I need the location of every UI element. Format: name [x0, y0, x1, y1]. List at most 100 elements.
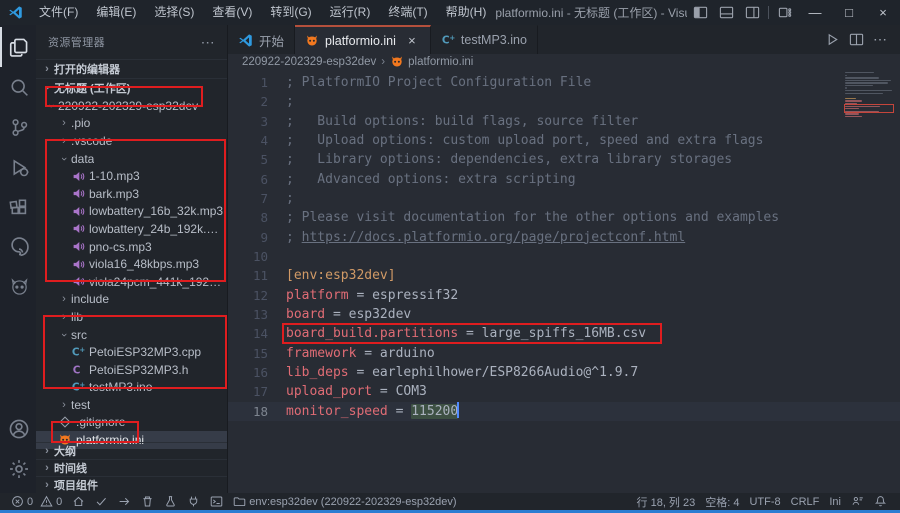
tree-file-pno-cs.mp3[interactable]: pno-cs.mp3	[36, 238, 227, 256]
code-line-14[interactable]: 14board_build.partitions = large_spiffs_…	[228, 324, 900, 343]
code-line-1[interactable]: 1; PlatformIO Project Configuration File	[228, 73, 900, 92]
tree-file-1-10.mp3[interactable]: 1-10.mp3	[36, 167, 227, 185]
tree-folder-.vscode[interactable]: ›.vscode	[36, 132, 227, 150]
tree-file-.gitignore[interactable]: .gitignore	[36, 414, 227, 432]
platformio-icon[interactable]	[0, 267, 36, 307]
customize-layout-icon[interactable]	[772, 0, 798, 25]
code-line-4[interactable]: 4; Upload options: custom upload port, s…	[228, 131, 900, 150]
menu-编辑[interactable]: 编辑(E)	[87, 0, 145, 25]
encoding[interactable]: UTF-8	[744, 493, 785, 510]
code-line-8[interactable]: 8; Please visit documentation for the ot…	[228, 208, 900, 227]
code-line-11[interactable]: 11[env:esp32dev]	[228, 266, 900, 285]
code-line-13[interactable]: 13board = esp32dev	[228, 305, 900, 324]
problems-status[interactable]: 0 0	[6, 493, 67, 510]
sidebar-section-时间线[interactable]: ›时间线	[36, 459, 227, 476]
close-tab-icon[interactable]: ×	[404, 33, 420, 48]
menu-终端[interactable]: 终端(T)	[379, 0, 436, 25]
sidebar-section-大纲[interactable]: ›大纲	[36, 442, 227, 459]
toggle-panel-icon[interactable]	[713, 0, 739, 25]
menu-文件[interactable]: 文件(F)	[30, 0, 87, 25]
source-control-icon[interactable]	[0, 107, 36, 147]
notifications-bell[interactable]	[869, 493, 892, 510]
tree-item-label: PetoiESP32MP3.h	[89, 363, 188, 377]
code-line-3[interactable]: 3; Build options: build flags, source fi…	[228, 112, 900, 131]
line-number: 17	[228, 382, 286, 401]
tree-file-viola24pcm_441k_192kbps.mp3[interactable]: viola24pcm_441k_192kbps.mp3	[36, 273, 227, 291]
code-line-18[interactable]: 18monitor_speed = 115200	[228, 402, 900, 421]
split-editor-icon[interactable]	[844, 29, 868, 51]
tab-开始[interactable]: 开始	[228, 25, 295, 54]
tree-file-PetoiESP32MP3.cpp[interactable]: C+PetoiESP32MP3.cpp	[36, 343, 227, 361]
line-content: monitor_speed = 115200	[286, 402, 459, 421]
pio-terminal-button[interactable]	[205, 493, 228, 510]
line-content: ; Please visit documentation for the oth…	[286, 208, 779, 227]
tree-file-lowbattery_16b_32k.mp3[interactable]: lowbattery_16b_32k.mp3	[36, 203, 227, 221]
cursor-position[interactable]: 行 18, 列 23	[632, 493, 701, 510]
code-line-10[interactable]: 10	[228, 247, 900, 266]
tree-file-viola16_48kbps.mp3[interactable]: viola16_48kbps.mp3	[36, 255, 227, 273]
menu-帮助[interactable]: 帮助(H)	[437, 0, 496, 25]
tree-folder-.pio[interactable]: ›.pio	[36, 115, 227, 133]
open-editors-section[interactable]: › 打开的编辑器	[36, 59, 227, 78]
toggle-sidebar-icon[interactable]	[687, 0, 713, 25]
code-line-17[interactable]: 17upload_port = COM3	[228, 382, 900, 401]
editor-more-actions-icon[interactable]: ⋯	[868, 29, 892, 51]
language-mode[interactable]: Ini	[824, 493, 846, 510]
tree-file-PetoiESP32MP3.h[interactable]: CPetoiESP32MP3.h	[36, 361, 227, 379]
code-line-5[interactable]: 5; Library options: dependencies, extra …	[228, 150, 900, 169]
tree-folder-data[interactable]: ›data	[36, 150, 227, 168]
tree-folder-test[interactable]: ›test	[36, 396, 227, 414]
minimize-button[interactable]: —	[798, 0, 832, 25]
code-line-12[interactable]: 12platform = espressif32	[228, 286, 900, 305]
tree-folder-include[interactable]: ›include	[36, 291, 227, 309]
pio-home-button[interactable]	[67, 493, 90, 510]
menu-运行[interactable]: 运行(R)	[321, 0, 380, 25]
sidebar-section-项目组件[interactable]: ›项目组件	[36, 476, 227, 493]
menu-查看[interactable]: 查看(V)	[203, 0, 261, 25]
extensions-icon[interactable]	[0, 187, 36, 227]
tree-file-lowbattery_24b_192k.mp3[interactable]: lowbattery_24b_192k.mp3	[36, 220, 227, 238]
tree-folder-lib[interactable]: ›lib	[36, 308, 227, 326]
pio-clean-button[interactable]	[136, 493, 159, 510]
pio-serial-monitor-button[interactable]	[182, 493, 205, 510]
close-button[interactable]: ×	[866, 0, 900, 25]
code-line-9[interactable]: 9; https://docs.platformio.org/page/proj…	[228, 228, 900, 247]
code-line-6[interactable]: 6; Advanced options: extra scripting	[228, 170, 900, 189]
tree-folder-src[interactable]: ›src	[36, 326, 227, 344]
code-line-2[interactable]: 2;	[228, 92, 900, 111]
minimap[interactable]	[845, 72, 897, 128]
tab-testMP3.ino[interactable]: C+testMP3.ino	[431, 25, 538, 54]
pio-env-selector[interactable]: env:esp32dev (220922-202329-esp32dev)	[228, 493, 461, 510]
menu-转到[interactable]: 转到(G)	[261, 0, 320, 25]
breadcrumb-folder[interactable]: 220922-202329-esp32dev	[242, 56, 376, 68]
tree-folder-220922-202329-esp32dev[interactable]: ›220922-202329-esp32dev	[36, 97, 227, 115]
run-debug-icon[interactable]	[0, 147, 36, 187]
maximize-button[interactable]: □	[832, 0, 866, 25]
pio-upload-button[interactable]	[113, 493, 136, 510]
workspace-section[interactable]: › 无标题 (工作区)	[36, 78, 227, 97]
tree-file-bark.mp3[interactable]: bark.mp3	[36, 185, 227, 203]
run-file-icon[interactable]	[820, 29, 844, 51]
breadcrumb-file[interactable]: platformio.ini	[408, 56, 473, 68]
explorer-icon[interactable]	[0, 27, 36, 67]
pio-test-button[interactable]	[159, 493, 182, 510]
menu-选择[interactable]: 选择(S)	[145, 0, 203, 25]
explorer-more-icon[interactable]: ⋯	[201, 34, 215, 51]
settings-icon[interactable]	[0, 449, 36, 489]
code-editor[interactable]: 1; PlatformIO Project Configuration File…	[228, 70, 900, 493]
tab-platformio.ini[interactable]: platformio.ini×	[295, 25, 431, 54]
code-line-15[interactable]: 15framework = arduino	[228, 344, 900, 363]
line-content: lib_deps = earlephilhower/ESP8266Audio@^…	[286, 363, 638, 382]
toggle-secondary-sidebar-icon[interactable]	[739, 0, 765, 25]
code-line-16[interactable]: 16lib_deps = earlephilhower/ESP8266Audio…	[228, 363, 900, 382]
tab-label: testMP3.ino	[461, 33, 527, 47]
feedback-button[interactable]	[846, 493, 869, 510]
account-icon[interactable]	[0, 409, 36, 449]
tree-file-testMP3.ino[interactable]: C+testMP3.ino	[36, 379, 227, 397]
espressif-idf-icon[interactable]	[0, 227, 36, 267]
search-icon[interactable]	[0, 67, 36, 107]
eol[interactable]: CRLF	[786, 493, 825, 510]
code-line-7[interactable]: 7;	[228, 189, 900, 208]
indentation[interactable]: 空格: 4	[700, 493, 744, 510]
pio-build-button[interactable]	[90, 493, 113, 510]
